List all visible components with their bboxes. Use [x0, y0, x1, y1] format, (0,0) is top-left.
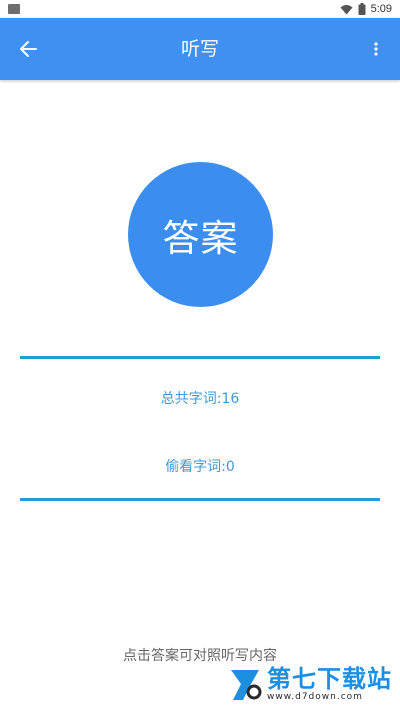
watermark-title: 第七下载站: [267, 665, 392, 693]
battery-icon: [358, 3, 366, 15]
divider-bottom: [20, 498, 380, 501]
status-bar: 5:09: [0, 0, 400, 18]
hint-text: 点击答案可对照听写内容: [123, 648, 277, 664]
answer-button[interactable]: 答案: [128, 162, 273, 307]
status-right: 5:09: [340, 0, 392, 18]
page-title: 听写: [180, 38, 219, 60]
more-vertical-icon: [374, 42, 378, 56]
app-bar: 听写: [0, 18, 400, 80]
status-time: 5:09: [370, 3, 392, 15]
site-logo-icon: [231, 670, 262, 700]
divider-top: [20, 356, 380, 359]
watermark-text: 第七下载站 www.d7down.com: [267, 666, 392, 702]
total-words-count: 总共字词:16: [160, 391, 240, 407]
peeked-words-count: 偷看字词:0: [165, 459, 235, 475]
notification-icon: [8, 4, 20, 14]
watermark: 第七下载站 www.d7down.com: [227, 666, 392, 702]
arrow-left-icon: [20, 41, 37, 57]
wifi-icon: [340, 4, 353, 14]
watermark-url: www.d7down.com: [267, 692, 363, 702]
more-options-button[interactable]: [364, 33, 388, 65]
back-button[interactable]: [12, 33, 44, 65]
